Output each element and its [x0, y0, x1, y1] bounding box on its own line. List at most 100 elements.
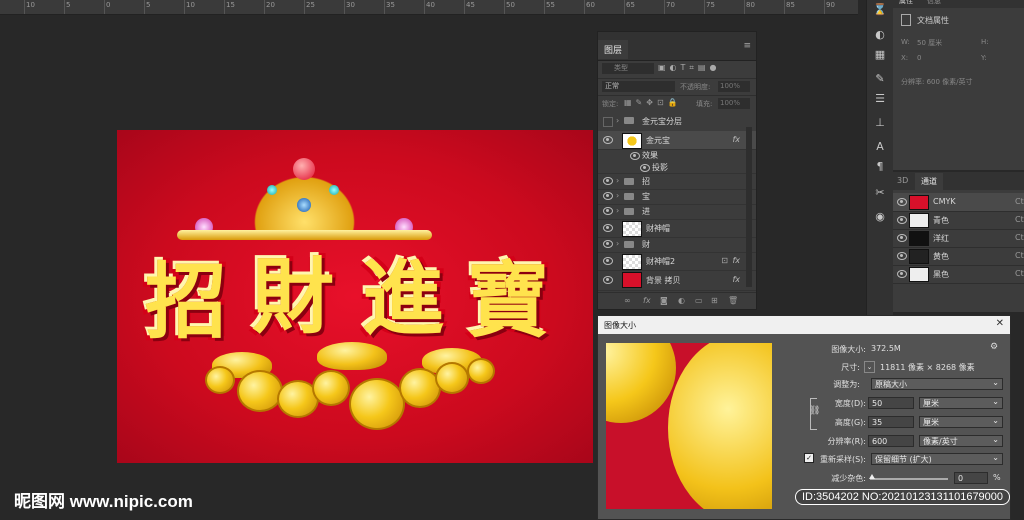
ruler-tick: [704, 0, 705, 14]
fit-to-select[interactable]: 原稿大小: [871, 377, 1003, 390]
layers-panel[interactable]: 图层 ≡ 类型 ▣◐T⌗▤● 正常 不透明度: 100% 锁定: ▦✎✥⊡🔒 填…: [597, 31, 757, 310]
chevron-right-icon[interactable]: ›: [616, 191, 619, 200]
channels-panel[interactable]: 3D 通道 CMYK Ctrl 青色 Ctrl 洋红 Ctrl 黄色 Ctrl …: [893, 172, 1024, 312]
layer-row[interactable]: 背景 拷贝 fx: [598, 270, 756, 291]
noise-input[interactable]: 0: [954, 472, 988, 484]
eye-icon[interactable]: [640, 164, 650, 172]
layer-row[interactable]: 财神帽2 ⊡ fx: [598, 252, 756, 271]
eye-icon[interactable]: [630, 152, 640, 160]
fx-icon[interactable]: fx: [643, 296, 651, 305]
new-layer-icon[interactable]: ⊞: [711, 296, 718, 305]
chevron-right-icon[interactable]: ›: [616, 239, 619, 248]
width-unit-select[interactable]: 厘米: [919, 396, 1003, 409]
stamp-icon[interactable]: ⊥: [873, 116, 887, 130]
tab-info[interactable]: 信息: [927, 0, 941, 6]
eye-icon[interactable]: [603, 257, 613, 265]
channel-row[interactable]: 洋红 Ctrl: [893, 229, 1024, 248]
adjustments-icon[interactable]: ☰: [873, 92, 887, 106]
dimensions-dropdown[interactable]: ⌄: [864, 361, 875, 373]
channel-row[interactable]: 黑色 Ctrl: [893, 265, 1024, 284]
fx-icon[interactable]: fx: [732, 256, 740, 265]
layer-list[interactable]: › 金元宝分层 金元宝 fx 效果 投影 › 招 › 宝 › 进 财神帽 › 财…: [598, 112, 756, 291]
layer-search-input[interactable]: 类型: [602, 63, 654, 74]
eye-icon[interactable]: [603, 276, 613, 284]
preview-image[interactable]: [606, 343, 772, 509]
eye-icon[interactable]: [897, 252, 907, 260]
group-icon[interactable]: ▭: [695, 296, 703, 305]
filter-icons[interactable]: ▣◐T⌗▤●: [658, 63, 720, 73]
ruler-tick: [744, 0, 745, 14]
layer-row[interactable]: 金元宝 fx: [598, 131, 756, 150]
layer-row[interactable]: › 招: [598, 174, 756, 190]
channel-row[interactable]: CMYK Ctrl: [893, 193, 1024, 212]
layer-row[interactable]: 财神帽: [598, 219, 756, 238]
gear-icon[interactable]: ⚙: [990, 342, 998, 352]
panel-menu-icon[interactable]: ≡: [743, 41, 751, 51]
fx-icon[interactable]: fx: [732, 135, 740, 144]
layers-scrollbar[interactable]: [746, 127, 752, 287]
tab-channels[interactable]: 通道: [915, 173, 943, 190]
close-icon[interactable]: ✕: [996, 318, 1004, 329]
tab-3d[interactable]: 3D: [897, 176, 908, 185]
eye-icon[interactable]: [603, 240, 613, 248]
fx-icon[interactable]: fx: [732, 275, 740, 284]
channel-row[interactable]: 黄色 Ctrl: [893, 247, 1024, 266]
channel-row[interactable]: 青色 Ctrl: [893, 211, 1024, 230]
brush-icon[interactable]: ✎: [873, 72, 887, 86]
paragraph-icon[interactable]: ¶: [873, 160, 887, 174]
eye-icon[interactable]: [897, 216, 907, 224]
layer-effect-row[interactable]: 效果: [598, 149, 756, 161]
character-icon[interactable]: A: [873, 140, 887, 154]
effect-name: 投影: [652, 163, 668, 172]
3d-icon[interactable]: ◉: [873, 210, 887, 224]
layer-effect-row[interactable]: 投影: [598, 161, 756, 174]
eye-icon[interactable]: [603, 192, 613, 200]
eye-icon[interactable]: [603, 224, 613, 232]
noise-slider[interactable]: [870, 478, 948, 480]
height-input[interactable]: 35: [868, 416, 914, 428]
eye-icon[interactable]: [603, 207, 613, 215]
swatches-icon[interactable]: ▦: [873, 48, 887, 62]
eye-icon[interactable]: [897, 234, 907, 242]
trash-icon[interactable]: 🗑: [728, 296, 738, 305]
properties-panel[interactable]: 属性 信息 文档属性 W: 50 厘米 H: X: 0 Y: 分辨率: 600 …: [893, 0, 1024, 170]
layer-row[interactable]: › 宝: [598, 189, 756, 205]
eye-icon[interactable]: [897, 198, 907, 206]
mask-icon[interactable]: ◙: [660, 296, 668, 305]
layer-row[interactable]: › 进: [598, 204, 756, 220]
tab-layers[interactable]: 图层: [598, 40, 629, 59]
dialog-titlebar[interactable]: 图像大小 ✕: [598, 316, 1010, 334]
layer-thumbnail: [622, 133, 642, 149]
chevron-right-icon[interactable]: ›: [616, 116, 619, 125]
chevron-right-icon[interactable]: ›: [616, 176, 619, 185]
link-layers-icon[interactable]: ∞: [624, 296, 631, 305]
layer-row[interactable]: › 财: [598, 237, 756, 253]
tools-icon[interactable]: ✂: [873, 186, 887, 200]
eye-icon[interactable]: [897, 270, 907, 278]
visibility-box[interactable]: [603, 117, 613, 127]
resolution-input[interactable]: 600: [868, 435, 914, 447]
ruler-tick: [464, 0, 465, 14]
h-label: H:: [981, 38, 989, 46]
resample-select[interactable]: 保留细节 (扩大): [871, 452, 1003, 465]
fill-input[interactable]: 100%: [718, 98, 750, 109]
color-icon[interactable]: ◐: [873, 28, 887, 42]
tab-properties[interactable]: 属性: [899, 0, 913, 6]
artboard[interactable]: 招 財 進 寶: [117, 130, 593, 463]
opacity-input[interactable]: 100%: [718, 81, 750, 92]
history-icon[interactable]: ⌛: [873, 3, 887, 17]
lock-icons[interactable]: ▦✎✥⊡🔒: [624, 98, 682, 107]
width-input[interactable]: 50: [868, 397, 914, 409]
ruler-tick: [584, 0, 585, 14]
chevron-right-icon[interactable]: ›: [616, 206, 619, 215]
eye-icon[interactable]: [603, 177, 613, 185]
eye-icon[interactable]: [603, 136, 613, 144]
layer-row[interactable]: › 金元宝分层: [598, 112, 756, 132]
blend-mode-select[interactable]: 正常: [602, 81, 675, 92]
resolution-unit-select[interactable]: 像素/英寸: [919, 434, 1003, 447]
adjustment-icon[interactable]: ◐: [678, 296, 685, 305]
height-unit-select[interactable]: 厘米: [919, 415, 1003, 428]
noise-slider-handle[interactable]: [869, 474, 875, 479]
resolution-text: 分辨率: 600 像素/英寸: [901, 78, 973, 86]
ruler-label: 70: [666, 1, 675, 9]
